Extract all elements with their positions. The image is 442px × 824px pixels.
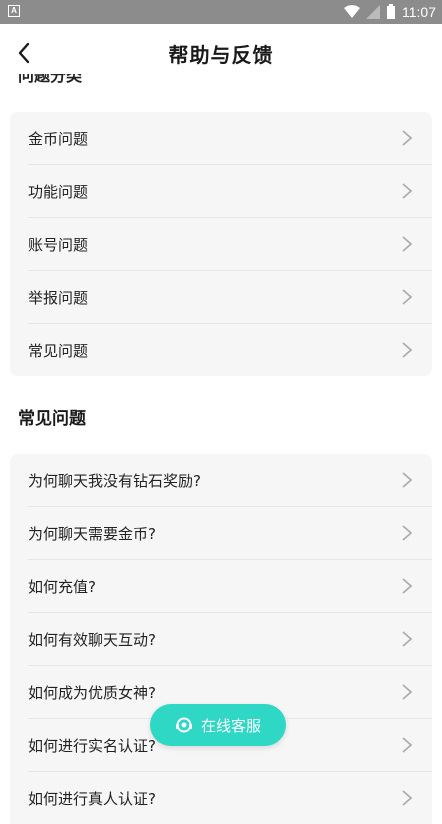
wifi-icon xyxy=(344,5,360,18)
chevron-right-icon xyxy=(402,130,412,146)
signal-icon xyxy=(366,5,380,19)
faq-item[interactable]: 如何进行真人认证? xyxy=(28,772,432,824)
category-label: 金币问题 xyxy=(28,129,89,148)
faq-label: 为何聊天我没有钻石奖励? xyxy=(28,471,201,490)
faq-item[interactable]: 如何有效聊天互动? xyxy=(28,613,432,666)
chevron-right-icon xyxy=(402,737,412,753)
chevron-right-icon xyxy=(402,289,412,305)
faq-list: 为何聊天我没有钻石奖励? 为何聊天需要金币? 如何充值? 如何有效聊天互动? 如… xyxy=(10,454,432,824)
category-label: 账号问题 xyxy=(28,235,89,254)
status-bar: A 11:07 xyxy=(0,0,442,24)
faq-label: 为何聊天需要金币? xyxy=(28,524,156,543)
chevron-right-icon xyxy=(402,631,412,647)
chevron-right-icon xyxy=(402,183,412,199)
battery-icon xyxy=(387,4,395,19)
faq-item[interactable]: 如何充值? xyxy=(28,560,432,613)
category-list: 金币问题 功能问题 账号问题 举报问题 常见问题 xyxy=(10,112,432,376)
headset-icon xyxy=(175,717,192,733)
faq-item[interactable]: 为何聊天我没有钻石奖励? xyxy=(28,454,432,507)
category-item-features[interactable]: 功能问题 xyxy=(28,165,432,218)
chevron-right-icon xyxy=(402,236,412,252)
category-item-account[interactable]: 账号问题 xyxy=(28,218,432,271)
page-title: 帮助与反馈 xyxy=(168,43,274,67)
faq-label: 如何进行真人认证? xyxy=(28,789,156,808)
online-support-button[interactable]: 在线客服 xyxy=(150,704,286,746)
faq-section-title: 常见问题 xyxy=(18,409,86,429)
faq-label: 如何有效聊天互动? xyxy=(28,630,156,649)
faq-label: 如何成为优质女神? xyxy=(28,683,156,702)
category-label: 常见问题 xyxy=(28,341,89,360)
category-item-coins[interactable]: 金币问题 xyxy=(28,112,432,165)
chevron-right-icon xyxy=(402,525,412,541)
status-icons: 11:07 xyxy=(344,4,436,20)
chevron-right-icon xyxy=(402,684,412,700)
chevron-right-icon xyxy=(402,472,412,488)
faq-item[interactable]: 为何聊天需要金币? xyxy=(28,507,432,560)
faq-label: 如何进行实名认证? xyxy=(28,736,156,755)
chevron-right-icon xyxy=(402,342,412,358)
faq-label: 如何充值? xyxy=(28,577,96,596)
category-label: 举报问题 xyxy=(28,288,89,307)
category-item-report[interactable]: 举报问题 xyxy=(28,271,432,324)
chevron-right-icon xyxy=(402,790,412,806)
status-time: 11:07 xyxy=(402,4,436,20)
chevron-right-icon xyxy=(402,578,412,594)
category-label: 功能问题 xyxy=(28,182,89,201)
category-section-title: 问题分类 xyxy=(18,74,83,85)
notification-icon: A xyxy=(8,5,20,17)
category-item-common[interactable]: 常见问题 xyxy=(28,324,432,376)
online-support-label: 在线客服 xyxy=(200,716,261,735)
